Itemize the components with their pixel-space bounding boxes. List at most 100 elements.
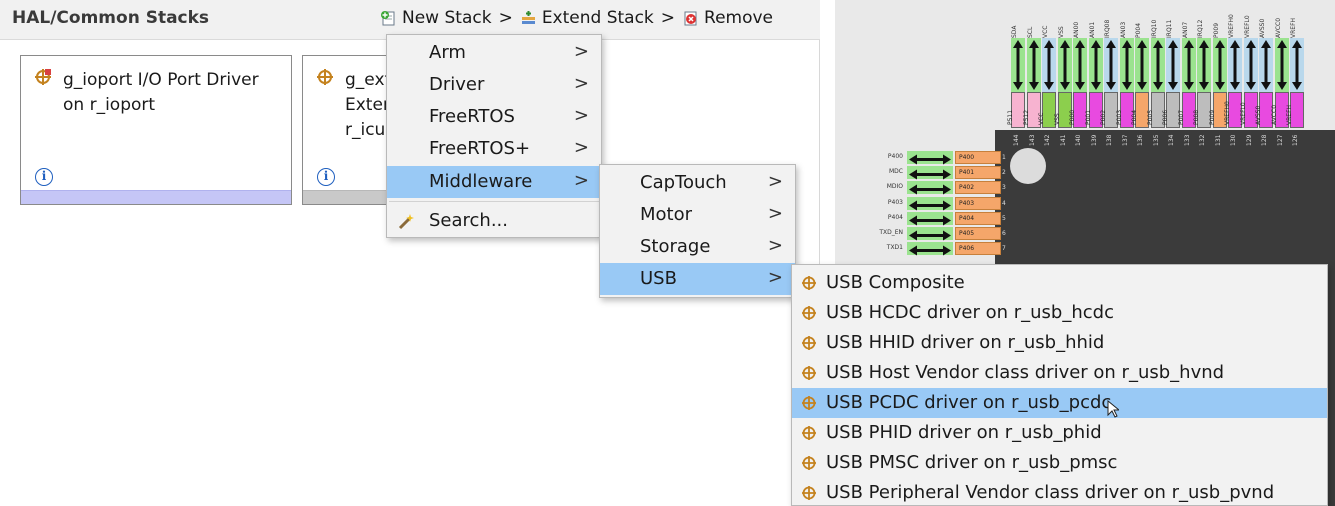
pin-name-label: VREFH0	[1228, 14, 1235, 38]
usb-menu-item-label: USB PMSC driver on r_usb_pmsc	[826, 452, 1118, 473]
panel-title: HAL/Common Stacks	[12, 8, 210, 28]
menu-item-driver[interactable]: Driver >	[387, 69, 601, 101]
usb-menu-item[interactable]: USB Host Vendor class driver on r_usb_hv…	[792, 358, 1327, 388]
pin-direction-arrow	[907, 151, 953, 165]
pin-function-label: P009	[1208, 109, 1216, 125]
info-icon[interactable]: i	[317, 168, 335, 186]
pin-name-label: P400	[887, 153, 903, 160]
chevron-right-icon: >	[573, 73, 589, 94]
pin-direction-arrow	[1274, 38, 1289, 92]
menu-item-label: Middleware	[429, 171, 533, 192]
pin-name-label: VSS	[1057, 26, 1065, 38]
pin-name-label: VREFH	[1290, 17, 1297, 38]
bidirectional-arrow-icon	[1106, 40, 1116, 90]
usb-menu-item[interactable]: USB PCDC driver on r_usb_pcdc	[792, 388, 1327, 418]
pin-name-label: AN01	[1088, 21, 1096, 38]
pin-function-label: VSS	[1053, 113, 1061, 125]
pin-function-box[interactable]: P400	[955, 151, 1001, 164]
pin-number: 137	[1121, 134, 1129, 146]
menu-item-arm[interactable]: Arm >	[387, 37, 601, 69]
pin-number: 130	[1230, 134, 1237, 146]
menu-item-search[interactable]: Search...	[387, 205, 601, 237]
pin-direction-arrow	[1181, 38, 1196, 92]
menu-item-freertos[interactable]: FreeRTOS >	[387, 101, 601, 133]
mouse-cursor-icon	[1107, 400, 1119, 418]
module-icon	[802, 336, 816, 350]
bidirectional-arrow-icon	[1292, 40, 1302, 90]
module-icon	[802, 306, 816, 320]
usb-menu-item[interactable]: USB HHID driver on r_usb_hhid	[792, 328, 1327, 358]
pin-name-label: P404	[887, 213, 903, 221]
pin-name-label: P009	[1212, 22, 1220, 38]
pin-name-label: MDIO	[886, 183, 903, 191]
module-icon	[802, 486, 816, 500]
pin-name-label: VREFL0	[1243, 15, 1251, 38]
chevron-right-icon: >	[767, 267, 783, 288]
pin-direction-arrow	[1104, 38, 1118, 92]
middleware-menu: CapTouch > Motor > Storage > USB >	[599, 164, 796, 298]
usb-menu-item[interactable]: USB PHID driver on r_usb_phid	[792, 418, 1327, 448]
bidirectional-arrow-icon	[909, 200, 951, 211]
module-icon	[802, 396, 816, 410]
pin-direction-arrow	[1011, 38, 1025, 92]
pin-direction-arrow	[1119, 38, 1134, 92]
pin-function-box[interactable]: P403	[955, 196, 1001, 210]
pin-number: 143	[1028, 134, 1036, 146]
pin-name-label: MDC	[889, 168, 903, 176]
stack-card-ioport[interactable]: g_ioport I/O Port Driver on r_ioport i	[20, 55, 292, 205]
pin-direction-arrow	[1212, 38, 1227, 92]
menu-item-label: Storage	[640, 236, 711, 257]
pin-function-label: P006	[1162, 109, 1169, 125]
pin-name-label: TXD_EN	[879, 229, 903, 236]
module-icon	[802, 366, 816, 380]
menu-item-storage[interactable]: Storage >	[600, 231, 795, 263]
pin-function-box[interactable]: P405	[955, 227, 1001, 240]
pin-function-label: VREFH	[1286, 104, 1293, 125]
new-stack-button[interactable]: New Stack	[380, 8, 492, 28]
bidirectional-arrow-icon	[909, 215, 951, 226]
pin-function-box[interactable]: P406	[955, 242, 1001, 256]
pin-direction-arrow	[1197, 38, 1211, 92]
pin-number: 144	[1013, 134, 1020, 146]
extend-stack-button[interactable]: Extend Stack	[520, 8, 654, 28]
pin-direction-arrow	[907, 227, 953, 241]
new-stack-icon	[381, 10, 395, 25]
pin-function-label: VREFL0	[1239, 102, 1247, 125]
menu-item-captouch[interactable]: CapTouch >	[600, 167, 795, 199]
remove-button[interactable]: Remove	[682, 8, 773, 28]
usb-menu-item[interactable]: USB HCDC driver on r_usb_hcdc	[792, 298, 1327, 328]
module-icon	[317, 69, 333, 85]
pin-function-box[interactable]: P404	[955, 211, 1001, 225]
pin-function-box[interactable]: P401	[955, 166, 1001, 180]
bidirectional-arrow-icon	[1028, 40, 1039, 90]
pin-function-box[interactable]: P402	[955, 181, 1001, 195]
bidirectional-arrow-icon	[909, 169, 951, 180]
pin-direction-arrow	[907, 166, 953, 180]
pin-number: 133	[1183, 134, 1191, 146]
pin-function-label: P003	[1115, 109, 1123, 125]
usb-menu-item-label: USB Peripheral Vendor class driver on r_…	[826, 482, 1275, 503]
pin-name-label: AVSS0	[1259, 18, 1266, 38]
menu-item-usb[interactable]: USB >	[600, 263, 795, 295]
remove-label: Remove	[704, 8, 774, 28]
usb-menu-item[interactable]: USB PMSC driver on r_usb_pmsc	[792, 448, 1327, 478]
pin-direction-arrow	[1259, 38, 1273, 92]
bidirectional-arrow-icon	[1245, 40, 1256, 90]
pin-number: 139	[1090, 134, 1098, 146]
pin-number: 126	[1292, 134, 1299, 146]
info-icon[interactable]: i	[35, 168, 53, 186]
bidirectional-arrow-icon	[1059, 40, 1070, 90]
usb-menu-item[interactable]: USB Peripheral Vendor class driver on r_…	[792, 478, 1327, 506]
menu-item-motor[interactable]: Motor >	[600, 199, 795, 231]
menu-item-freertos-plus[interactable]: FreeRTOS+ >	[387, 133, 601, 165]
chevron-right-icon: >	[573, 105, 589, 126]
pin-number: 129	[1245, 134, 1253, 146]
menu-item-middleware[interactable]: Middleware >	[387, 166, 601, 198]
pin-name-label: SCL	[1026, 26, 1034, 38]
card-band	[21, 190, 291, 204]
usb-menu-item[interactable]: USB Composite	[792, 268, 1327, 298]
bidirectional-arrow-icon	[1090, 40, 1101, 90]
pin-function-box[interactable]: VREFH	[1286, 92, 1304, 128]
pin-direction-arrow	[907, 242, 953, 256]
chevron-right-icon: >	[767, 171, 783, 192]
